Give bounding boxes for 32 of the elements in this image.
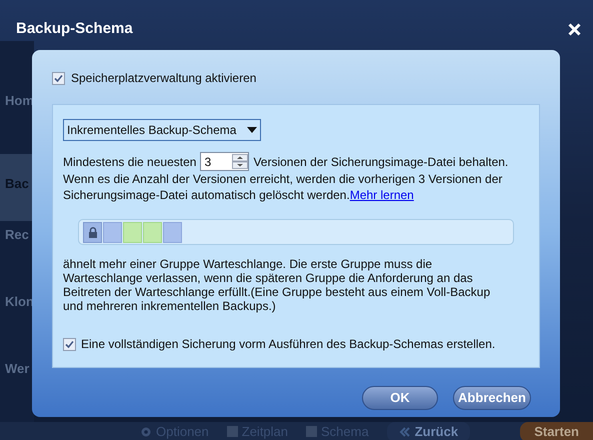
sidebar-item[interactable]: Wer (0, 354, 34, 422)
lock-icon (88, 226, 98, 238)
checkbox-label: Eine vollständigen Sicherung vorm Ausführen des Backup-Schemas erstellen. (81, 336, 496, 353)
versions-spinner[interactable]: 3 (200, 152, 250, 171)
sidebar-item[interactable]: Bac (0, 154, 34, 220)
sidebar-item[interactable]: Rec (0, 220, 34, 288)
close-icon (568, 22, 580, 36)
check-icon (65, 340, 74, 348)
learn-more-link[interactable]: Mehr lernen (350, 188, 414, 202)
check-icon (54, 74, 63, 82)
cancel-button[interactable]: Abbrechen (453, 386, 531, 410)
versions-note: Wenn es die Anzahl der Versionen erreicht, werden die vorherigen 3 Versionen der Sicherungsimage-Datei automatisch gelöscht werden.Mehr lernen (63, 171, 504, 203)
checkbox[interactable] (52, 72, 65, 84)
incremental-backup-block (123, 222, 142, 242)
close-button[interactable] (566, 21, 582, 38)
versions-text: Mindestens die neuesten (63, 154, 196, 170)
incremental-backup-block (143, 222, 162, 242)
square-icon (306, 426, 318, 437)
full-backup-block (163, 222, 182, 242)
spinner-arrows-icon (232, 154, 248, 169)
double-chevron-icon (398, 426, 411, 438)
dropdown-arrow-icon (247, 127, 257, 133)
versions-text: Versionen der Sicherungsimage-Datei behalten. (253, 154, 508, 170)
start-button[interactable]: Starten (520, 422, 593, 440)
back-button[interactable]: Zurück (386, 422, 470, 440)
description-text: ähnelt mehr einer Gruppe Warteschlange. Die erste Gruppe muss die Warteschlange verlassen, wenn die späteren Gruppe die Anforderung an das Beitreten der Warteschlange erfüllt.(Eine Gruppe besteht aus einem Voll-Backup und mehreren inkrementellen Backups.) (63, 257, 492, 313)
square-icon (226, 426, 238, 437)
checkbox-label: Speicherplatzverwaltung aktivieren (71, 70, 256, 87)
window-title: Backup-Schema (16, 19, 133, 39)
scheme-dropdown[interactable]: Inkrementelles Backup-Schema (63, 119, 261, 141)
ok-button[interactable]: OK (362, 386, 438, 410)
checkbox[interactable] (63, 338, 76, 350)
